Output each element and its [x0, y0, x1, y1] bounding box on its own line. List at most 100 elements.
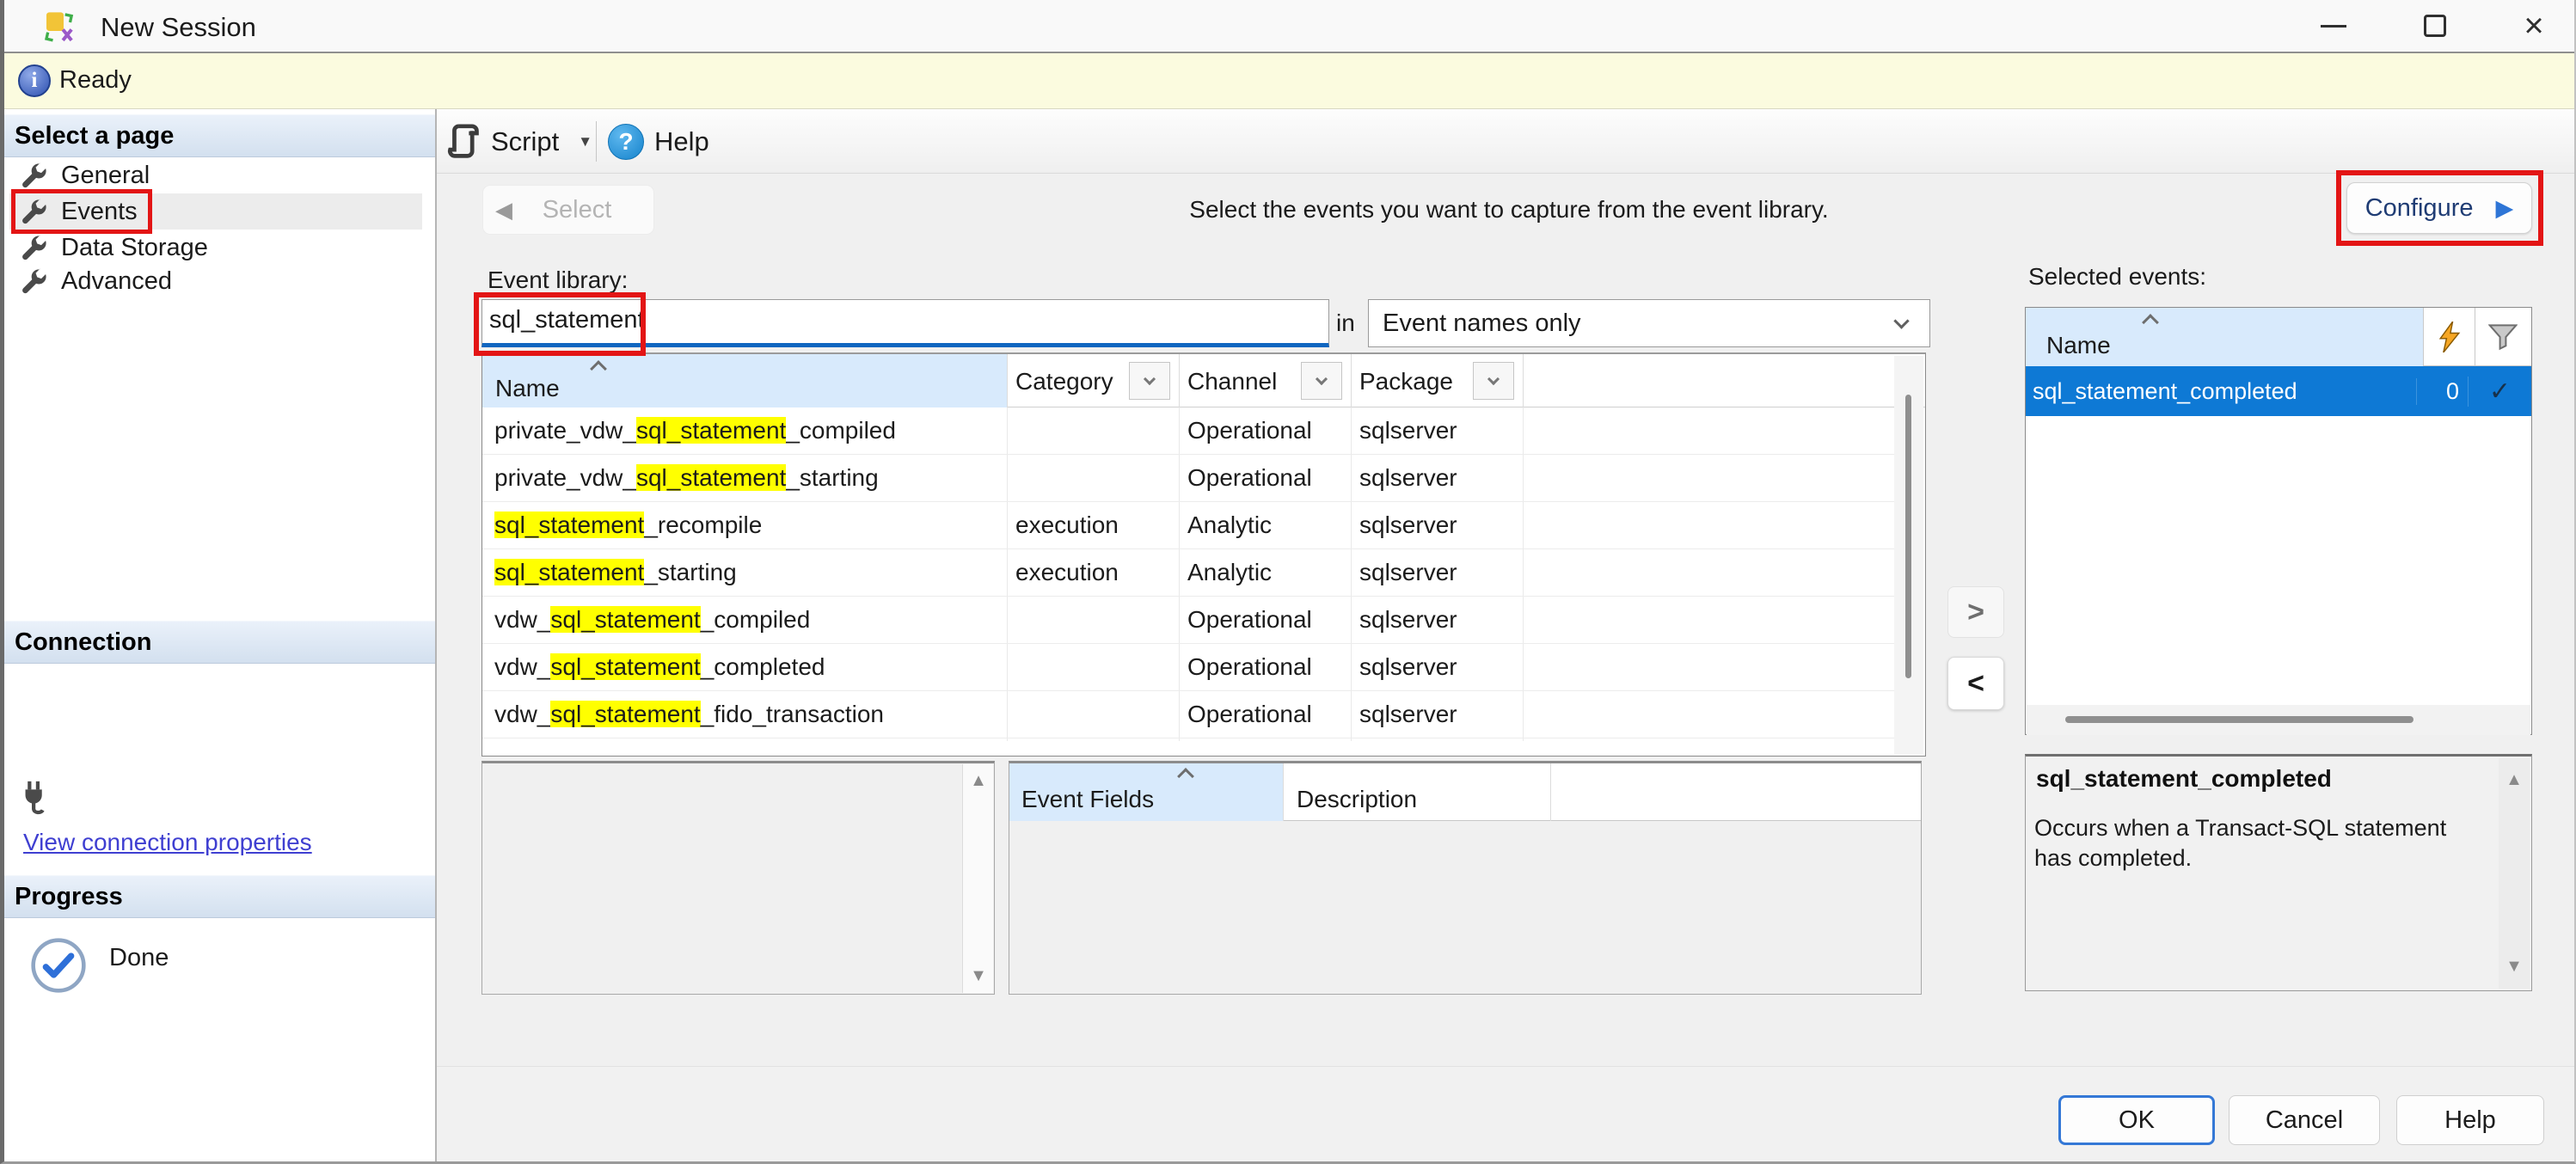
- script-label: Script: [491, 126, 559, 157]
- event-row[interactable]: vdw_sql_statement_compiled Operational s…: [482, 597, 1895, 644]
- column-header-channel-label[interactable]: Channel: [1187, 368, 1277, 395]
- sidebar-item-advanced[interactable]: Advanced: [9, 263, 422, 299]
- script-icon: [446, 123, 481, 161]
- wrench-icon: [20, 197, 49, 226]
- event-name: sql_statement_recompile: [482, 512, 1007, 539]
- wrench-icon: [20, 161, 49, 190]
- event-channel: Operational: [1179, 606, 1351, 634]
- selected-event-row[interactable]: sql_statement_completed 0 ✓: [2026, 366, 2531, 416]
- event-package: sqlserver: [1351, 653, 1523, 681]
- event-row[interactable]: private_vdw_sql_statement_compiled Opera…: [482, 407, 1895, 455]
- event-name: sql_statement_starting: [482, 559, 1007, 586]
- event-fields-header: Event Fields Description: [1009, 763, 1921, 821]
- minimize-icon: [2321, 25, 2346, 28]
- sidebar-item-data-storage[interactable]: Data Storage: [9, 230, 422, 266]
- event-package: sqlserver: [1351, 464, 1523, 492]
- listbox-scrollbar[interactable]: ▲ ▼: [962, 764, 993, 993]
- column-header-name-label: Name: [495, 375, 560, 402]
- sidebar-item-general[interactable]: General: [9, 157, 422, 193]
- event-name: vdw_sql_statement_fido_transaction: [482, 701, 1007, 728]
- remove-event-button[interactable]: <: [1947, 657, 2004, 710]
- event-row[interactable]: vdw_sql_statement_fido_transaction Opera…: [482, 691, 1895, 738]
- title-bar: New Session ×: [4, 0, 2576, 53]
- maximize-icon: [2424, 15, 2446, 37]
- event-row[interactable]: sql_statement_starting execution Analyti…: [482, 549, 1895, 597]
- event-package: sqlserver: [1351, 559, 1523, 586]
- chevron-down-icon: [1487, 373, 1500, 385]
- column-header-category-label[interactable]: Category: [1015, 368, 1113, 395]
- help-button[interactable]: Help: [2396, 1095, 2544, 1145]
- sidebar: Select a page General Events Data Storag…: [4, 109, 437, 1164]
- sidebar-item-label: Data Storage: [61, 234, 208, 262]
- select-a-page-header: Select a page: [4, 114, 435, 157]
- scrollbar-thumb[interactable]: [2065, 716, 2413, 723]
- event-package: sqlserver: [1351, 512, 1523, 539]
- scroll-down-icon[interactable]: ▼: [2499, 957, 2530, 977]
- view-connection-properties-link[interactable]: View connection properties: [23, 829, 312, 856]
- event-name: private_vdw_sql_statement_starting: [482, 464, 1007, 492]
- script-button[interactable]: Script ▼: [446, 109, 592, 174]
- maximize-button[interactable]: [2395, 0, 2475, 52]
- event-channel: Operational: [1179, 464, 1351, 492]
- search-match-highlight: sql_statement: [550, 653, 700, 680]
- search-match-highlight: sql_statement: [494, 512, 644, 538]
- event-name: vdw_sql_statement_compiled: [482, 606, 1007, 634]
- scrollbar-thumb[interactable]: [1905, 395, 1911, 678]
- event-package: sqlserver: [1351, 701, 1523, 728]
- event-package: sqlserver: [1351, 417, 1523, 444]
- search-scope-value: Event names only: [1383, 309, 1581, 338]
- cancel-button[interactable]: Cancel: [2229, 1095, 2380, 1145]
- search-scope-dropdown[interactable]: Event names only: [1368, 299, 1930, 347]
- event-channel: Operational: [1179, 653, 1351, 681]
- configure-label: Configure: [2365, 194, 2474, 223]
- event-row[interactable]: private_vdw_sql_statement_starting Opera…: [482, 455, 1895, 502]
- script-dropdown-icon[interactable]: ▼: [578, 133, 592, 150]
- close-button[interactable]: ×: [2493, 0, 2574, 52]
- scroll-down-icon[interactable]: ▼: [963, 966, 994, 986]
- scroll-up-icon[interactable]: ▲: [2499, 770, 2530, 790]
- event-row[interactable]: vdw_sql_statement_completed Operational …: [482, 644, 1895, 691]
- channel-filter-dropdown[interactable]: [1301, 362, 1342, 400]
- event-description-title: sql_statement_completed: [2036, 765, 2332, 793]
- category-filter-dropdown[interactable]: [1129, 362, 1170, 400]
- configure-button[interactable]: Configure ▶: [2346, 182, 2532, 234]
- description-scrollbar[interactable]: ▲ ▼: [2499, 758, 2530, 989]
- library-table-header: Name Category Channel Package: [482, 354, 1925, 407]
- event-row[interactable]: sql_statement_recompile execution Analyt…: [482, 502, 1895, 549]
- event-channel: Operational: [1179, 417, 1351, 444]
- event-name: vdw_sql_statement_completed: [482, 653, 1007, 681]
- help-toolbar-button[interactable]: ? Help: [608, 109, 709, 174]
- event-fields-label: Event Fields: [1021, 786, 1154, 813]
- event-count-lightning-icon[interactable]: [2438, 322, 2461, 352]
- sidebar-item-events[interactable]: Events: [9, 193, 422, 230]
- filter-check-icon: ✓: [2468, 377, 2531, 407]
- event-category: execution: [1007, 512, 1179, 539]
- new-session-dialog: New Session × i Ready Select a page Gene…: [0, 0, 2576, 1164]
- package-filter-dropdown[interactable]: [1473, 362, 1514, 400]
- event-library-search-input[interactable]: [481, 299, 1329, 347]
- chevron-down-icon: [1144, 373, 1156, 385]
- selected-events-table: Name sql_statement_completed 0 ✓: [2025, 307, 2532, 735]
- ok-button[interactable]: OK: [2058, 1095, 2215, 1145]
- connection-header: Connection: [4, 621, 435, 664]
- add-event-button[interactable]: >: [1947, 586, 2004, 638]
- selected-events-horizontal-scrollbar[interactable]: [2027, 705, 2530, 735]
- select-back-button[interactable]: ◀ Select: [482, 185, 654, 235]
- event-package: sqlserver: [1351, 606, 1523, 634]
- minimize-button[interactable]: [2293, 0, 2374, 52]
- chevron-down-icon: [1893, 313, 1909, 328]
- scroll-up-icon[interactable]: ▲: [963, 771, 994, 791]
- column-header-name[interactable]: [482, 354, 1007, 407]
- column-header-description[interactable]: [1283, 763, 1551, 821]
- library-vertical-scrollbar[interactable]: [1894, 356, 1923, 755]
- wrench-icon: [20, 233, 49, 262]
- search-match-highlight: sql_statement: [494, 559, 644, 585]
- column-header-package-label[interactable]: Package: [1359, 368, 1453, 395]
- library-table-body: private_vdw_sql_statement_compiled Opera…: [482, 407, 1895, 757]
- info-icon: i: [18, 64, 51, 97]
- event-description-body: Occurs when a Transact-SQL statement has…: [2034, 813, 2486, 873]
- filter-icon[interactable]: [2488, 323, 2518, 351]
- progress-status-row: Done: [30, 937, 169, 994]
- event-library-table: Name Category Channel Package private_vd…: [481, 352, 1926, 757]
- in-label: in: [1336, 309, 1355, 337]
